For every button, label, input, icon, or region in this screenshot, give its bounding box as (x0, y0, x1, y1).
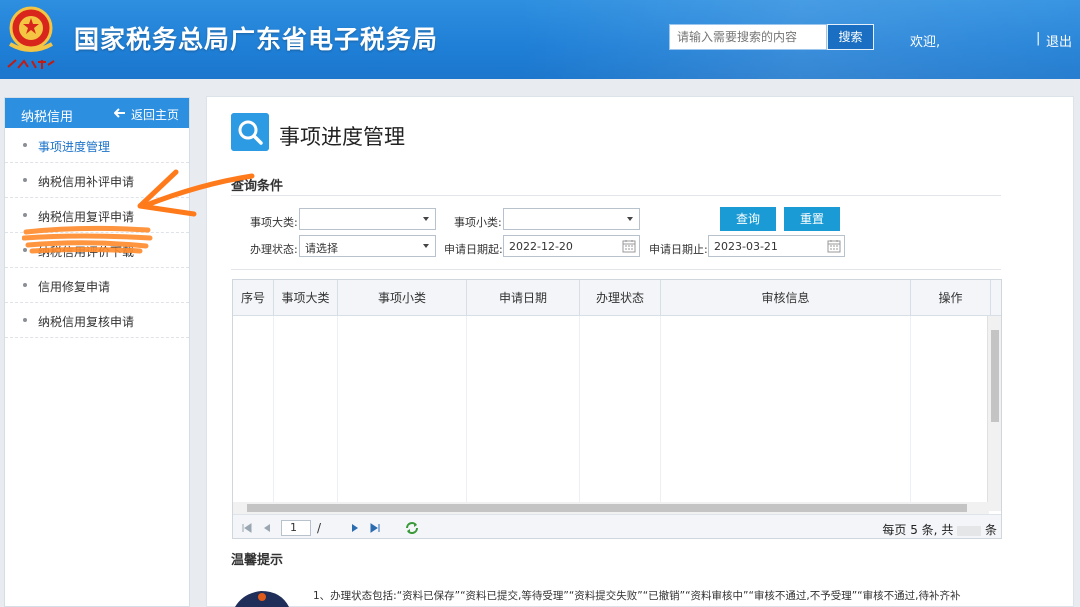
sidebar-item-label: 纳税信用评价下载 (38, 245, 135, 259)
chevron-down-icon (423, 244, 429, 248)
chevron-down-icon (627, 217, 633, 221)
national-emblem-icon (9, 6, 53, 52)
status-label: 办理状态: (250, 243, 298, 256)
date-end-label: 申请日期止: (649, 243, 708, 256)
bullet-icon (23, 283, 27, 287)
category-select[interactable] (299, 208, 436, 230)
logout-link[interactable]: 退出 (1046, 31, 1072, 50)
scrollbar-thumb[interactable] (247, 504, 967, 512)
bullet-icon (23, 178, 27, 182)
table-column (274, 316, 338, 511)
pagination-bar: 1 / 每页 5 条, 共 条 (233, 514, 1001, 538)
back-home-link[interactable]: 返回主页 (131, 106, 179, 123)
site-title: 国家税务总局广东省电子税务局 (74, 25, 439, 54)
sidebar-item-supplement-rating[interactable]: 纳税信用补评申请 (5, 163, 189, 198)
date-start-field[interactable]: 2022-12-20 (503, 235, 640, 257)
last-page-icon[interactable] (369, 522, 381, 534)
page-title: 事项进度管理 (279, 125, 405, 149)
status-value: 请选择 (305, 242, 338, 255)
chevron-down-icon (423, 217, 429, 221)
top-header: 国家税务总局广东省电子税务局 搜索 欢迎, | 退出 (0, 0, 1080, 79)
pagination-info: 每页 5 条, 共 条 (882, 521, 997, 538)
redacted-count (957, 525, 982, 536)
table-column (233, 316, 274, 511)
calendar-icon[interactable] (622, 239, 636, 253)
tax-logo-script-icon (7, 59, 55, 69)
vertical-scrollbar[interactable] (987, 316, 1001, 511)
date-start-label: 申请日期起: (444, 243, 503, 256)
refresh-icon[interactable] (405, 521, 419, 535)
column-header[interactable]: 申请日期 (467, 280, 580, 316)
search-input[interactable] (669, 24, 827, 50)
sidebar-title: 纳税信用 (21, 110, 74, 125)
divider (231, 195, 1001, 196)
tips-title: 温馨提示 (231, 553, 284, 568)
subcategory-select[interactable] (503, 208, 640, 230)
bullet-icon (23, 213, 27, 217)
bullet-icon (23, 318, 27, 322)
column-header[interactable]: 序号 (233, 280, 274, 316)
sidebar-item-rating-download[interactable]: 纳税信用评价下载 (5, 233, 189, 268)
bullet-icon (23, 143, 27, 147)
search-magnifier-icon (231, 113, 269, 151)
divider (231, 269, 1001, 270)
logout-separator: | (1036, 31, 1041, 46)
next-page-icon[interactable] (349, 522, 361, 534)
first-page-icon[interactable] (241, 522, 253, 534)
back-arrow-icon[interactable] (114, 107, 126, 119)
column-header[interactable]: 审核信息 (661, 280, 911, 316)
sidebar-item-label: 纳税信用复评申请 (38, 210, 135, 224)
results-table: 序号 事项大类 事项小类 申请日期 办理状态 审核信息 操作 1 / 每页 5 … (232, 279, 1002, 539)
reset-button[interactable]: 重置 (784, 207, 840, 231)
page-separator: / (317, 521, 322, 535)
column-header[interactable]: 事项小类 (338, 280, 467, 316)
column-header[interactable]: 办理状态 (580, 280, 661, 316)
calendar-icon[interactable] (827, 239, 841, 253)
tax-officer-cap-icon (235, 591, 289, 607)
table-header: 序号 事项大类 事项小类 申请日期 办理状态 审核信息 操作 (233, 280, 1001, 316)
scrollbar-thumb[interactable] (991, 330, 999, 422)
horizontal-scrollbar[interactable] (233, 502, 989, 514)
bullet-icon (23, 248, 27, 252)
query-section-title: 查询条件 (231, 179, 284, 194)
category-label: 事项大类: (250, 216, 298, 229)
tip-line: 1、办理状态包括:“资料已保存”“资料已提交,等待受理”“资料提交失败”“已撤销… (313, 590, 961, 602)
welcome-text: 欢迎, (910, 35, 941, 50)
sidebar-item-label: 纳税信用复核申请 (38, 315, 135, 329)
table-column (338, 316, 467, 511)
date-end-field[interactable]: 2023-03-21 (708, 235, 845, 257)
table-column (580, 316, 661, 511)
column-header[interactable]: 事项大类 (274, 280, 338, 316)
query-button[interactable]: 查询 (720, 207, 776, 231)
sidebar-item-review[interactable]: 纳税信用复核申请 (5, 303, 189, 338)
sidebar-item-label: 纳税信用补评申请 (38, 175, 135, 189)
status-select[interactable]: 请选择 (299, 235, 436, 257)
pagination-info-suffix: 条 (984, 523, 997, 537)
date-end-value: 2023-03-21 (714, 240, 778, 253)
sidebar-item-progress[interactable]: 事项进度管理 (5, 128, 189, 163)
sidebar-item-re-rating[interactable]: 纳税信用复评申请 (5, 198, 189, 233)
sidebar-item-credit-repair[interactable]: 信用修复申请 (5, 268, 189, 303)
subcategory-label: 事项小类: (454, 216, 502, 229)
page-number-input[interactable]: 1 (281, 520, 311, 536)
sidebar-header: 纳税信用 返回主页 (5, 98, 189, 128)
prev-page-icon[interactable] (261, 522, 273, 534)
date-start-value: 2022-12-20 (509, 240, 573, 253)
main-panel: 事项进度管理 查询条件 事项大类: 事项小类: 查询 重置 办理状态: 请选择 … (206, 96, 1074, 607)
search-button[interactable]: 搜索 (827, 24, 874, 50)
table-column (661, 316, 911, 511)
pagination-info-text: 每页 5 条, 共 (882, 523, 954, 537)
table-column (467, 316, 580, 511)
sidebar: 纳税信用 返回主页 事项进度管理 纳税信用补评申请 纳税信用复评申请 纳税信用评… (4, 97, 190, 607)
sidebar-item-label: 事项进度管理 (38, 140, 111, 154)
sidebar-item-label: 信用修复申请 (38, 280, 111, 294)
column-header[interactable]: 操作 (911, 280, 991, 316)
